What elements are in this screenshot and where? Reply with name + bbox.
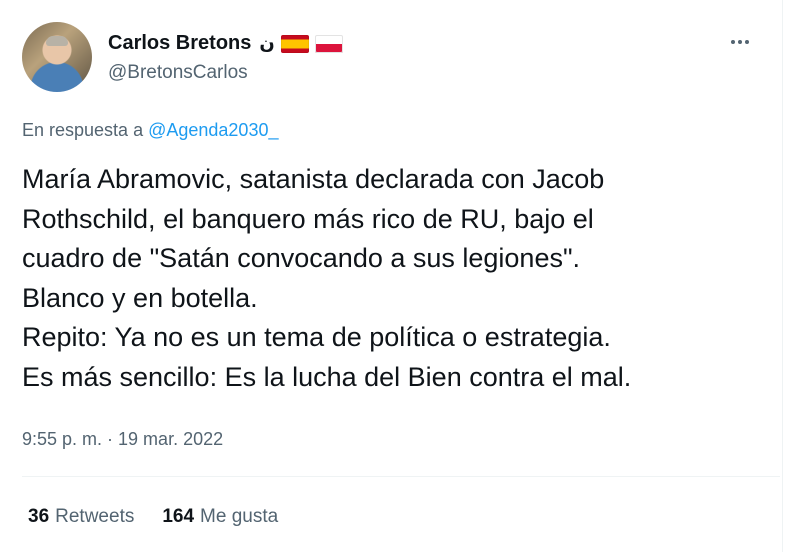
column-border <box>782 0 783 552</box>
avatar[interactable] <box>22 22 92 92</box>
tweet-timestamp[interactable]: 9:55 p. m. · 19 mar. 2022 <box>22 429 223 450</box>
avatar-hair <box>46 36 68 46</box>
spain-flag-icon <box>280 34 309 53</box>
display-name[interactable]: Carlos Bretons <box>108 32 251 55</box>
more-dot <box>731 40 735 44</box>
name-glyph: ن <box>259 33 275 53</box>
tweet-header: Carlos Bretons ن @BretonsCarlos <box>22 22 762 92</box>
tweet-stats: 36 Retweets 164 Me gusta <box>28 506 278 528</box>
likes-stat[interactable]: 164 Me gusta <box>162 506 278 528</box>
name-row: Carlos Bretons ن <box>108 32 343 55</box>
user-handle[interactable]: @BretonsCarlos <box>108 62 248 84</box>
likes-count: 164 <box>162 506 195 527</box>
poland-flag-icon <box>314 34 343 53</box>
reply-context: En respuesta a @Agenda2030_ <box>22 120 278 141</box>
retweets-label: Retweets <box>55 506 135 527</box>
retweets-stat[interactable]: 36 Retweets <box>28 506 134 528</box>
reply-prefix: En respuesta a <box>22 120 144 140</box>
more-dot <box>738 40 742 44</box>
more-options-icon[interactable] <box>722 30 758 54</box>
tweet-text: María Abramovic, satanista declarada con… <box>22 164 632 392</box>
divider <box>22 476 780 477</box>
likes-label: Me gusta <box>200 506 279 527</box>
reply-mention-link[interactable]: @Agenda2030_ <box>148 120 278 140</box>
more-dot <box>745 40 749 44</box>
retweets-count: 36 <box>28 506 50 527</box>
